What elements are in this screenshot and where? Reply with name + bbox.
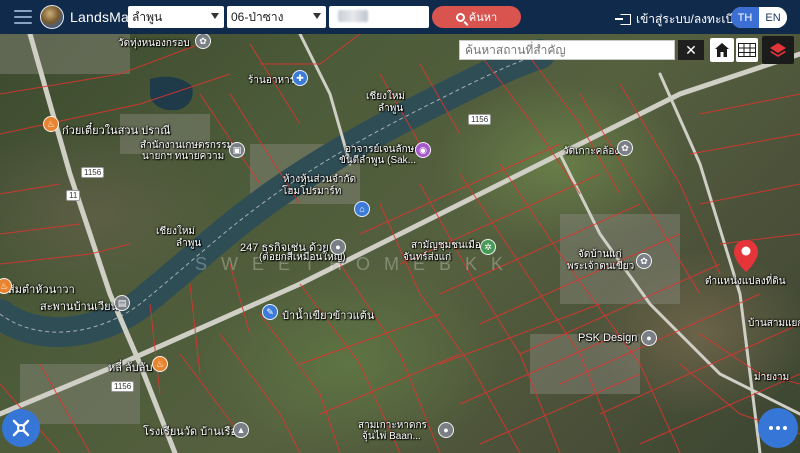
lang-th-button[interactable]: TH bbox=[731, 7, 759, 28]
school-poi-icon[interactable]: ▲ bbox=[233, 422, 249, 438]
chevron-down-icon bbox=[211, 13, 219, 19]
search-icon bbox=[455, 12, 465, 22]
road-number-shield: 1156 bbox=[81, 167, 105, 178]
map-place-label[interactable]: สะพานบ้านเวียน bbox=[40, 297, 118, 315]
settlement-patches bbox=[0, 34, 680, 424]
login-register-link[interactable]: เข้าสู่ระบบ/ลงทะเบียน bbox=[615, 10, 748, 29]
top-navbar: LandsMaps ลำพูน 06-ป่าซาง ค้นหา เข้าสู่ร… bbox=[0, 0, 800, 34]
close-icon: ✕ bbox=[685, 41, 697, 58]
temple-poi-icon[interactable]: ✿ bbox=[617, 140, 633, 156]
temple-poi-icon[interactable]: ✿ bbox=[636, 253, 652, 269]
map-place-label[interactable]: ก๋วยเตี๋ยวในสวน ปราณี bbox=[62, 121, 170, 139]
close-search-button[interactable]: ✕ bbox=[678, 40, 704, 60]
park-poi-icon[interactable]: ✲ bbox=[480, 239, 496, 255]
district-select[interactable]: 06-ป่าซาง bbox=[227, 6, 326, 28]
province-select-value: ลำพูน bbox=[132, 9, 163, 24]
chevron-down-icon bbox=[313, 13, 321, 19]
parcel-location-pin-icon[interactable] bbox=[734, 240, 758, 272]
map-place-label[interactable]: ตำแหน่งแปลงที่ดิน bbox=[705, 274, 786, 289]
river bbox=[0, 39, 555, 348]
tools-icon bbox=[12, 419, 30, 437]
map-place-label[interactable]: ลำพูน bbox=[176, 236, 201, 251]
landsmaps-logo[interactable] bbox=[40, 5, 64, 29]
map-place-label[interactable]: PSK Design bbox=[578, 332, 637, 344]
language-toggle: TH EN bbox=[731, 7, 787, 28]
store-poi-icon[interactable]: ⌂ bbox=[354, 201, 370, 217]
cafe-poi-icon[interactable]: ✎ bbox=[262, 304, 278, 320]
map-place-label[interactable]: พระเจ้าตนเขียว bbox=[567, 259, 634, 274]
redacted-parcel-number bbox=[338, 10, 368, 22]
more-dots-icon bbox=[769, 426, 773, 430]
login-icon bbox=[615, 14, 631, 25]
map-place-label[interactable]: นายกฯ ทนายความ bbox=[142, 149, 224, 164]
restaurant-poi-icon[interactable]: ♨ bbox=[152, 356, 168, 372]
more-options-fab-button[interactable] bbox=[758, 408, 798, 448]
place-poi-icon[interactable]: ● bbox=[438, 422, 454, 438]
map-place-label[interactable]: โรงเรียนวัด บ้านเรือน bbox=[143, 422, 245, 440]
place-poi-icon[interactable]: ● bbox=[330, 239, 346, 255]
layers-icon bbox=[770, 43, 786, 57]
map-place-label[interactable]: จุ้นไพ่ Baan... bbox=[362, 429, 421, 444]
office-poi-icon[interactable]: ▣ bbox=[229, 142, 245, 158]
more-dots-icon bbox=[783, 426, 787, 430]
layers-button[interactable] bbox=[762, 36, 794, 64]
watermark: SWEETHOMEBKK bbox=[195, 254, 518, 274]
province-select[interactable]: ลำพูน bbox=[128, 6, 224, 28]
shop-poi-icon[interactable]: ✚ bbox=[292, 70, 308, 86]
bridge-poi-icon[interactable]: ▤ bbox=[114, 295, 130, 311]
map-place-label[interactable]: ป๋าน้ำเขียวข้าวแต้น bbox=[282, 306, 374, 324]
map-place-label[interactable]: ร้านอาหาร bbox=[248, 73, 295, 88]
road-number-shield: 1156 bbox=[468, 114, 492, 125]
teacher-poi-icon[interactable]: ◉ bbox=[415, 142, 431, 158]
lang-en-button[interactable]: EN bbox=[759, 7, 787, 28]
hamburger-menu-icon[interactable] bbox=[14, 10, 32, 24]
grid-icon bbox=[738, 43, 756, 57]
map-place-label[interactable]: ส้มตำหัวนาวา bbox=[8, 280, 75, 298]
tools-fab-button[interactable] bbox=[2, 409, 40, 447]
grid-overlay-button[interactable] bbox=[736, 38, 758, 62]
road-number-shield: 11 bbox=[66, 190, 81, 201]
search-button[interactable]: ค้นหา bbox=[432, 6, 521, 28]
map-place-label[interactable]: จันทร์ส่งแก่ bbox=[403, 250, 451, 265]
more-dots-icon bbox=[776, 426, 780, 430]
restaurant-poi-icon[interactable]: ♨ bbox=[43, 116, 59, 132]
search-button-label: ค้นหา bbox=[468, 12, 498, 24]
place-search-input[interactable] bbox=[459, 40, 675, 60]
map-place-label[interactable]: ลำพูน bbox=[378, 101, 403, 116]
map-place-label[interactable]: โฮมโปรมาร์ท bbox=[282, 184, 341, 199]
home-icon bbox=[715, 43, 729, 57]
map-place-label[interactable]: ขันตีลำพูน (Sak... bbox=[339, 153, 416, 168]
map-place-label[interactable]: วัดทุ่งหนองกรอบ bbox=[118, 36, 190, 51]
road-number-shield: 1156 bbox=[111, 381, 135, 392]
map-place-label[interactable]: หลี่ ลับลับ bbox=[108, 358, 153, 376]
place-poi-icon[interactable]: ● bbox=[641, 330, 657, 346]
home-view-button[interactable] bbox=[710, 38, 734, 62]
map-place-label[interactable]: ม่ายงาม bbox=[754, 370, 789, 385]
satellite-map[interactable]: SWEETHOMEBKK วัดทุ่งหนองกรอบ ร้านอาหาร เชี… bbox=[0, 34, 800, 453]
district-select-value: 06-ป่าซาง bbox=[231, 9, 284, 24]
map-place-label[interactable]: วัดเกาะคล้อง bbox=[563, 144, 619, 159]
map-place-label[interactable]: บ้านสามแยก bbox=[748, 316, 800, 331]
